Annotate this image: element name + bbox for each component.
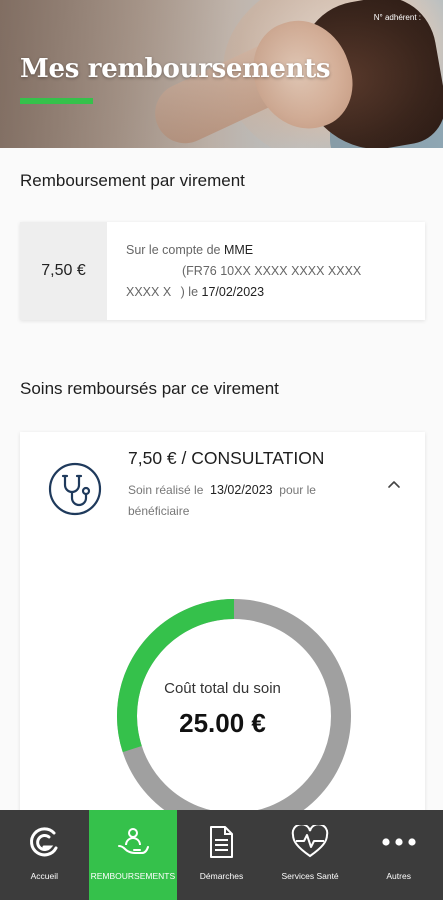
- main-content[interactable]: Remboursement par virement 7,50 € Sur le…: [0, 148, 443, 833]
- nav-label-accueil: Accueil: [30, 871, 58, 881]
- document-icon: [210, 826, 234, 858]
- nav-label-autres: Autres: [386, 871, 411, 881]
- member-number-label: N° adhérent :: [373, 13, 421, 22]
- page-title: Mes remboursements: [20, 54, 331, 84]
- nav-item-remboursements[interactable]: REMBOURSEMENTS: [88, 810, 178, 900]
- care-section-title: Soins remboursés par ce virement: [20, 379, 279, 398]
- hand-person-icon: [117, 828, 149, 854]
- care-details: Soin réalisé le 13/02/2023 pour le bénéf…: [128, 480, 358, 522]
- heartbeat-icon: [291, 825, 329, 858]
- nav-label-services-sante: Services Santé: [281, 871, 339, 881]
- care-performed-date: 13/02/2023: [210, 483, 273, 497]
- donut-total-value: 25.00 €: [179, 708, 266, 738]
- transfer-section-title: Remboursement par virement: [20, 171, 245, 190]
- nav-label-demarches: Démarches: [199, 871, 244, 881]
- chevron-up-icon[interactable]: [387, 478, 401, 492]
- care-card[interactable]: 7,50 € / CONSULTATION Soin réalisé le 13…: [20, 432, 425, 833]
- care-title: 7,50 € / CONSULTATION: [128, 448, 325, 468]
- more-dots-icon: [382, 838, 416, 846]
- transfer-card: 7,50 € Sur le compte de MME (FR76 10XX X…: [20, 222, 425, 320]
- bottom-navigation: Accueil REMBOURSEMENTS Démarches Service…: [0, 810, 443, 900]
- transfer-date: 17/02/2023: [201, 285, 265, 299]
- stethoscope-icon: [48, 462, 102, 516]
- account-holder: MME: [223, 243, 254, 257]
- title-underline: [20, 98, 93, 104]
- nav-item-demarches[interactable]: Démarches: [177, 810, 266, 900]
- transfer-details: Sur le compte de MME (FR76 10XX XXXX XXX…: [126, 240, 386, 303]
- header-banner: N° adhérent : Mes remboursements: [0, 0, 443, 148]
- nav-item-services-sante[interactable]: Services Santé: [266, 810, 355, 900]
- transfer-amount: 7,50 €: [20, 222, 107, 320]
- transfer-date-prefix: ) le: [180, 285, 199, 299]
- home-logo-icon: [30, 827, 58, 857]
- transfer-prefix: Sur le compte de: [126, 243, 221, 257]
- nav-item-autres[interactable]: Autres: [354, 810, 443, 900]
- care-performed-label: Soin réalisé le: [128, 483, 204, 497]
- nav-item-accueil[interactable]: Accueil: [0, 810, 89, 900]
- nav-label-remboursements: REMBOURSEMENTS: [90, 871, 176, 881]
- donut-label: Coût total du soin: [164, 680, 281, 697]
